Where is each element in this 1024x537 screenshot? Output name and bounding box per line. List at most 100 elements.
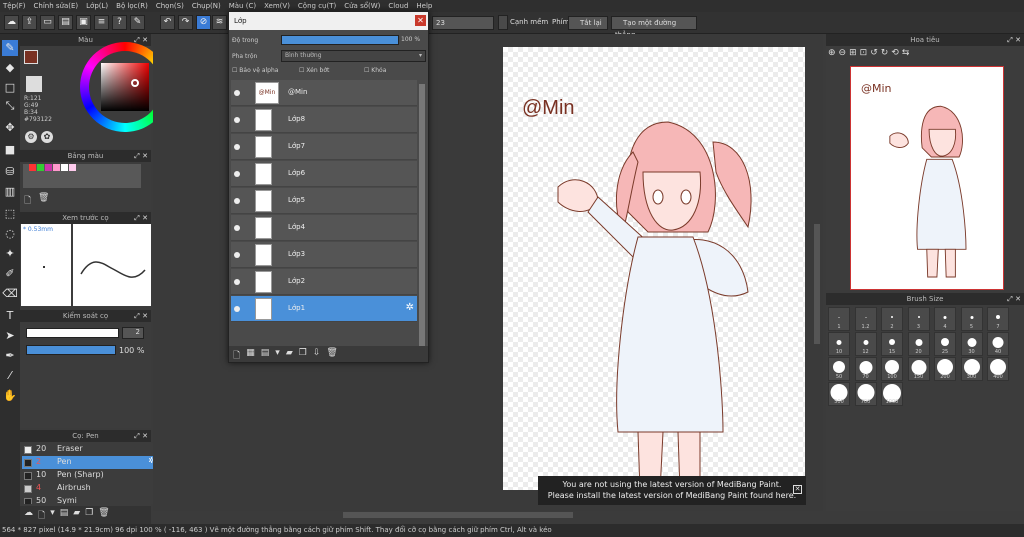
- comment-icon[interactable]: ▭: [40, 15, 55, 30]
- cloud-brush-icon[interactable]: ☁: [24, 508, 33, 522]
- layer-row-3[interactable]: Lớp3: [231, 242, 417, 268]
- brush-size-cell[interactable]: 700: [854, 382, 877, 406]
- brush-size-cell[interactable]: 4: [934, 307, 956, 331]
- lock-checkbox[interactable]: ☐ Khóa: [364, 67, 414, 78]
- palette-swatch[interactable]: [37, 164, 44, 171]
- horizontal-scrollbar[interactable]: [343, 512, 573, 518]
- hand-tool-icon[interactable]: ✋: [2, 388, 18, 404]
- saturation-value-square[interactable]: [101, 63, 149, 111]
- menu-snap[interactable]: Chụp(N): [192, 2, 221, 10]
- delete-layer-icon[interactable]: 🗑: [326, 348, 337, 360]
- import-brush-icon[interactable]: ▤: [60, 508, 69, 522]
- brush-size-value[interactable]: 2: [122, 327, 144, 339]
- undo-icon[interactable]: ↶: [160, 15, 175, 30]
- delete-brush-icon[interactable]: 🗑: [98, 508, 109, 522]
- add-brush-icon[interactable]: 🗋: [38, 508, 45, 522]
- menu-view[interactable]: Xem(V): [264, 2, 290, 10]
- redo-icon[interactable]: ↷: [178, 15, 193, 30]
- palette-swatch[interactable]: [61, 164, 68, 171]
- fit-icon[interactable]: ⊞: [849, 48, 857, 58]
- color-picker-icon[interactable]: ✿: [41, 131, 53, 143]
- layer-row-2[interactable]: Lớp2: [231, 269, 417, 295]
- notes-icon[interactable]: ≡: [94, 15, 109, 30]
- layer-settings-icon[interactable]: ✲: [406, 302, 414, 313]
- panel-close-icon[interactable]: ⤢ ✕: [134, 150, 148, 162]
- add-palette-icon[interactable]: 🗋: [24, 193, 31, 209]
- brush-size-cell[interactable]: 300: [960, 357, 983, 381]
- brush-size-cell[interactable]: 15: [881, 332, 903, 356]
- blend-mode-select[interactable]: Bình thường ▾: [281, 50, 426, 62]
- new-halftone-layer-icon[interactable]: ▦: [246, 348, 255, 360]
- close-icon[interactable]: ✕: [415, 15, 426, 26]
- layer-row-1[interactable]: Lớp1 ✲: [231, 296, 417, 322]
- brush-item-pen-sharp[interactable]: 10 Pen (Sharp): [22, 469, 157, 482]
- select-pen-icon[interactable]: ✐: [2, 266, 18, 282]
- move-tool-icon[interactable]: ✥: [2, 120, 18, 136]
- reset-rotation-icon[interactable]: ⟲: [891, 48, 899, 58]
- snap-off-button[interactable]: Tắt lại: [568, 16, 608, 30]
- menu-filter[interactable]: Bộ lọc(R): [116, 2, 148, 10]
- sv-cursor[interactable]: [131, 79, 139, 87]
- eye-icon[interactable]: [234, 252, 240, 258]
- panel-close-icon[interactable]: ⤢ ✕: [1007, 34, 1021, 46]
- cloud-icon[interactable]: ☁: [4, 15, 19, 30]
- straight-line-button[interactable]: Tạo một đường thẳng: [611, 16, 697, 39]
- rotate-left-icon[interactable]: ↺: [870, 48, 878, 58]
- layer-scrollbar[interactable]: [419, 84, 425, 346]
- menu-file[interactable]: Tệp(F): [3, 2, 26, 10]
- brush-tool-icon[interactable]: ✎: [2, 40, 18, 56]
- layer-row-4[interactable]: Lớp4: [231, 215, 417, 241]
- brush-size-cell[interactable]: 12: [854, 332, 877, 356]
- panel-close-icon[interactable]: ⤢ ✕: [1007, 293, 1021, 305]
- brush-item-eraser[interactable]: 20 Eraser: [22, 443, 157, 456]
- message-icon[interactable]: ▣: [76, 15, 91, 30]
- menu-color[interactable]: Màu (C): [229, 2, 256, 10]
- brush-size-cell[interactable]: 3: [907, 307, 930, 331]
- brush-size-slider[interactable]: [26, 328, 119, 338]
- rectangle-tool-icon[interactable]: □: [2, 80, 18, 96]
- palette-swatch[interactable]: [69, 164, 76, 171]
- select-tool-icon[interactable]: ⬚: [2, 206, 18, 222]
- palette-swatch[interactable]: [29, 164, 36, 171]
- palette-swatch[interactable]: [45, 164, 52, 171]
- eraser-tool-icon[interactable]: ◆: [2, 60, 18, 76]
- menu-edit[interactable]: Chỉnh sửa(E): [34, 2, 79, 10]
- brush-size-cell[interactable]: 200: [934, 357, 956, 381]
- brush-size-cell[interactable]: 7: [987, 307, 1009, 331]
- brush-size-cell[interactable]: 25: [934, 332, 956, 356]
- new-8bit-layer-icon[interactable]: ▤: [261, 348, 270, 360]
- eyedropper-icon[interactable]: ⁄: [2, 368, 18, 384]
- parallel-snap-icon[interactable]: ≋: [212, 15, 227, 30]
- eye-icon[interactable]: [234, 171, 240, 177]
- eye-icon[interactable]: [234, 198, 240, 204]
- menu-help[interactable]: Help: [416, 2, 432, 10]
- layer-row-6[interactable]: Lớp6: [231, 161, 417, 187]
- eye-icon[interactable]: [234, 306, 240, 312]
- clipping-checkbox[interactable]: ☐ Xén bớt: [299, 67, 359, 78]
- brush-size-cell[interactable]: 500: [828, 382, 850, 406]
- brush-size-cell[interactable]: 2: [881, 307, 903, 331]
- brush-menu-icon[interactable]: ▾: [50, 508, 55, 522]
- protect-alpha-checkbox[interactable]: ☐ Bảo vệ alpha: [232, 67, 302, 78]
- brush-size-cell[interactable]: 150: [907, 357, 930, 381]
- color-set-icon[interactable]: ⚙: [25, 131, 37, 143]
- vertical-scrollbar[interactable]: [814, 224, 820, 344]
- fill-rect-tool-icon[interactable]: ■: [2, 142, 18, 158]
- dot-tool-icon[interactable]: ⤡: [2, 98, 18, 114]
- text-tool-icon[interactable]: T: [2, 308, 18, 324]
- navigator-preview[interactable]: @Min: [850, 66, 1004, 290]
- brush-size-cell[interactable]: 70: [854, 357, 877, 381]
- canvas-paper[interactable]: @Min: [503, 47, 805, 492]
- panel-close-icon[interactable]: ⤢ ✕: [134, 212, 148, 224]
- lasso-tool-icon[interactable]: ◌: [2, 226, 18, 242]
- layer-opacity-slider[interactable]: [281, 35, 399, 45]
- magic-wand-icon[interactable]: ✦: [2, 246, 18, 262]
- palette-swatch[interactable]: [53, 164, 60, 171]
- actual-size-icon[interactable]: ⊡: [860, 48, 868, 58]
- primary-color-swatch[interactable]: [24, 50, 38, 64]
- brush-size-cell[interactable]: 5: [960, 307, 983, 331]
- panel-close-icon[interactable]: ⤢ ✕: [134, 310, 148, 322]
- layer-row-7[interactable]: Lớp7: [231, 134, 417, 160]
- eye-icon[interactable]: [234, 279, 240, 285]
- copy-brush-icon[interactable]: ❐: [85, 508, 93, 522]
